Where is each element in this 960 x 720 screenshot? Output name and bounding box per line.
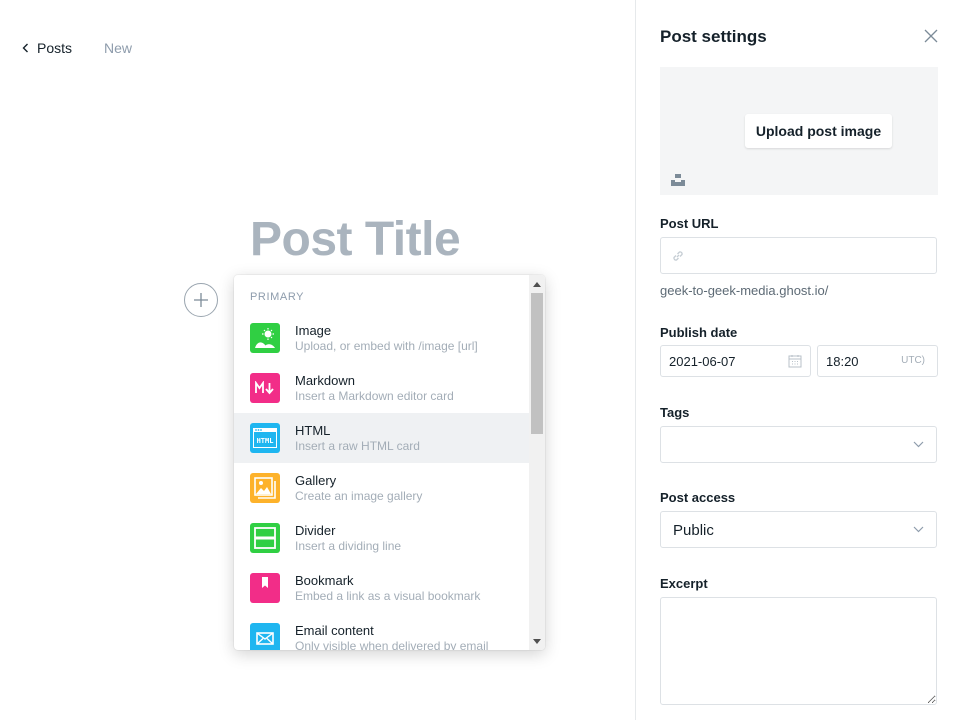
- menu-item-label: Bookmark: [295, 572, 354, 588]
- post-access-value: Public: [673, 522, 714, 539]
- post-access-label: Post access: [660, 490, 736, 505]
- tags-label: Tags: [660, 405, 690, 420]
- feature-image-area: Upload post image: [660, 67, 938, 195]
- plus-icon: [194, 293, 208, 307]
- chevron-down-icon: [913, 526, 924, 533]
- markdown-icon: [250, 373, 280, 403]
- html-icon: HTML: [250, 423, 280, 453]
- publish-time-field: UTC): [817, 345, 938, 377]
- menu-item-desc: Insert a dividing line: [295, 538, 402, 553]
- back-to-posts-link[interactable]: Posts: [22, 40, 72, 56]
- menu-item-label: Markdown: [295, 372, 355, 388]
- menu-item-desc: Insert a Markdown editor card: [295, 388, 454, 403]
- publish-time-input[interactable]: [818, 346, 888, 376]
- menu-item-gallery[interactable]: Gallery Create an image gallery: [234, 463, 529, 513]
- menu-item-label: HTML: [295, 422, 331, 438]
- menu-item-divider[interactable]: Divider Insert a dividing line: [234, 513, 529, 563]
- menu-item-label: Image: [295, 322, 332, 338]
- close-settings-button[interactable]: [923, 28, 939, 44]
- menu-item-label: Gallery: [295, 472, 337, 488]
- menu-item-markdown[interactable]: Markdown Insert a Markdown editor card: [234, 363, 529, 413]
- menu-item-label: Email content: [295, 622, 374, 638]
- post-access-select[interactable]: Public: [660, 511, 937, 548]
- chevron-down-icon: [913, 441, 924, 448]
- menu-item-image[interactable]: Image Upload, or embed with /image [url]: [234, 313, 529, 363]
- post-status: New: [104, 40, 133, 56]
- bookmark-icon: [250, 573, 280, 603]
- breadcrumb: Posts New: [22, 40, 132, 56]
- calendar-icon[interactable]: [788, 354, 802, 368]
- card-menu: PRIMARY Image Upload, or embed with /ima…: [234, 275, 545, 650]
- tags-select[interactable]: [660, 426, 937, 463]
- post-url-label: Post URL: [660, 216, 719, 231]
- image-icon: [250, 323, 280, 353]
- close-icon: [924, 29, 938, 43]
- publish-date-label: Publish date: [660, 325, 738, 340]
- post-title-input[interactable]: Post Title: [250, 212, 461, 267]
- scrollbar-thumb[interactable]: [531, 293, 543, 434]
- menu-item-desc: Only visible when delivered by email: [295, 638, 489, 651]
- link-icon: [673, 251, 683, 261]
- menu-item-label: Divider: [295, 522, 336, 538]
- menu-item-desc: Create an image gallery: [295, 488, 423, 503]
- card-menu-list: PRIMARY Image Upload, or embed with /ima…: [234, 275, 529, 650]
- menu-item-html[interactable]: HTML HTML Insert a raw HTML card: [234, 413, 529, 463]
- post-url-hint: geek-to-geek-media.ghost.io/: [660, 283, 829, 298]
- settings-title: Post settings: [660, 27, 767, 46]
- svg-text:HTML: HTML: [257, 437, 274, 445]
- menu-item-desc: Upload, or embed with /image [url]: [295, 338, 478, 353]
- card-menu-scrollbar[interactable]: [529, 275, 545, 650]
- excerpt-textarea[interactable]: [660, 597, 937, 705]
- post-settings-panel: Post settings Upload post image Post URL…: [635, 0, 960, 720]
- post-url-field: [660, 237, 937, 274]
- post-url-input[interactable]: [661, 238, 936, 273]
- chevron-left-icon: [22, 43, 28, 53]
- unsplash-icon[interactable]: [671, 173, 685, 192]
- menu-item-desc: Insert a raw HTML card: [295, 438, 420, 453]
- menu-item-desc: Embed a link as a visual bookmark: [295, 588, 481, 603]
- scroll-up-arrow-icon[interactable]: [529, 277, 545, 291]
- scroll-down-arrow-icon[interactable]: [529, 634, 545, 648]
- gallery-icon: [250, 473, 280, 503]
- timezone-label: UTC): [901, 355, 925, 366]
- excerpt-label: Excerpt: [660, 576, 708, 591]
- menu-section-heading: PRIMARY: [250, 291, 305, 303]
- menu-item-bookmark[interactable]: Bookmark Embed a link as a visual bookma…: [234, 563, 529, 613]
- menu-item-email-content[interactable]: Email content Only visible when delivere…: [234, 613, 529, 650]
- publish-date-field: [660, 345, 811, 377]
- add-card-button[interactable]: [184, 283, 218, 317]
- back-label: Posts: [37, 40, 73, 56]
- email-icon: [250, 623, 280, 650]
- divider-icon: [250, 523, 280, 553]
- upload-post-image-button[interactable]: Upload post image: [745, 114, 892, 148]
